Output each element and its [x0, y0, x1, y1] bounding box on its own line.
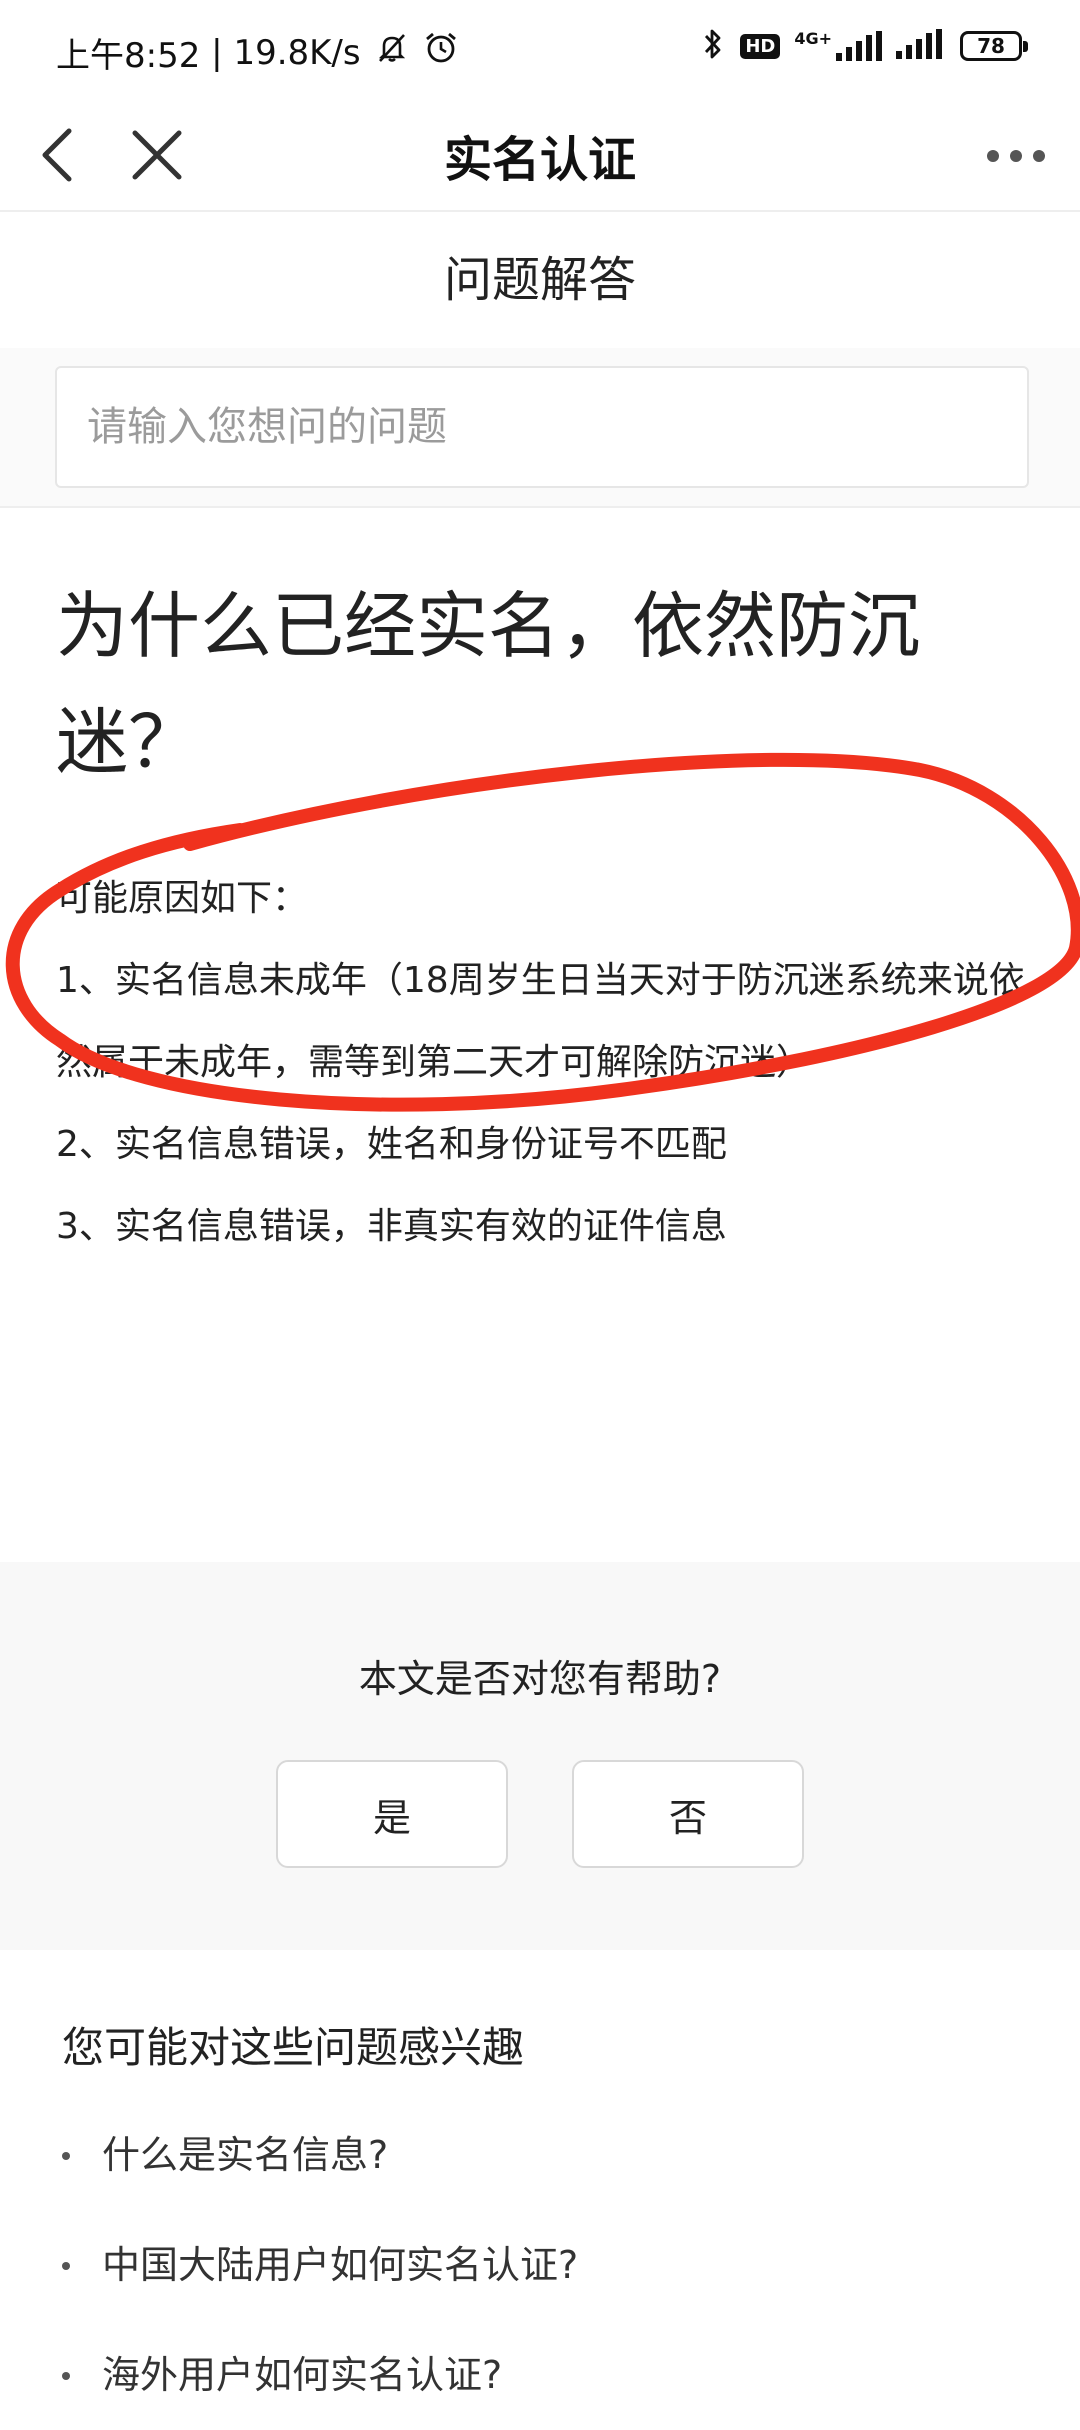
related-item-label: 中国大陆用户如何实名认证?	[102, 2243, 579, 2287]
article-body: 可能原因如下： 1、实名信息未成年（18周岁生日当天对于防沉迷系统来说依然属于未…	[56, 858, 1026, 1268]
feedback-panel: 本文是否对您有帮助? 是 否	[0, 1562, 1080, 1950]
related-title: 您可能对这些问题感兴趣	[62, 2023, 525, 2072]
article-intro: 可能原因如下：	[56, 878, 309, 919]
bluetooth-icon	[700, 26, 726, 66]
related-item[interactable]: 中国大陆用户如何实名认证?	[0, 2210, 1080, 2320]
article-reason-3: 3、实名信息错误，非真实有效的证件信息	[56, 1206, 727, 1247]
more-dots-icon	[986, 148, 1046, 167]
status-time: 上午8:52	[56, 36, 201, 76]
feedback-yes-button[interactable]: 是	[276, 1760, 508, 1868]
article-reason-1: 1、实名信息未成年（18周岁生日当天对于防沉迷系统来说依然属于未成年，需等到第二…	[56, 960, 1025, 1083]
page-title: 实名认证	[443, 132, 636, 188]
search-bar	[0, 348, 1080, 508]
battery-percent: 78	[977, 34, 1005, 58]
feedback-question: 本文是否对您有帮助?	[358, 1657, 722, 1701]
mute-bell-icon	[375, 31, 409, 74]
related-item[interactable]: 什么是实名信息?	[0, 2100, 1080, 2210]
alarm-icon	[423, 30, 459, 75]
status-speed: 19.8K/s	[233, 32, 361, 73]
related-item-label: 什么是实名信息?	[102, 2133, 389, 2177]
bullet-icon	[62, 2152, 70, 2160]
section-title: 问题解答	[443, 252, 636, 308]
status-bar: 上午8:52 | 19.8K/s HD 4G+ 78	[0, 0, 1080, 100]
network-type-label: 4G+	[794, 29, 832, 48]
status-right: HD 4G+ 78	[686, 26, 1028, 66]
hd-icon: HD	[740, 33, 781, 59]
signal-icon	[896, 29, 942, 63]
bullet-icon	[62, 2262, 70, 2270]
related-item[interactable]: 海外用户如何实名认证?	[0, 2320, 1080, 2430]
article-reason-2: 2、实名信息错误，姓名和身份证号不匹配	[56, 1124, 727, 1165]
more-button[interactable]	[976, 122, 1056, 192]
signal-icon: 4G+	[794, 31, 882, 61]
search-input[interactable]	[55, 366, 1029, 488]
feedback-no-button[interactable]: 否	[572, 1760, 804, 1868]
battery-icon: 78	[960, 31, 1028, 61]
nav-bar: 实名认证	[0, 100, 1080, 212]
status-left: 上午8:52 | 19.8K/s	[56, 28, 459, 77]
article-title: 为什么已经实名，依然防沉迷？	[56, 584, 921, 784]
bullet-icon	[62, 2372, 70, 2380]
related-item-label: 海外用户如何实名认证?	[102, 2353, 503, 2397]
related-list: 什么是实名信息? 中国大陆用户如何实名认证? 海外用户如何实名认证?	[0, 2100, 1080, 2430]
